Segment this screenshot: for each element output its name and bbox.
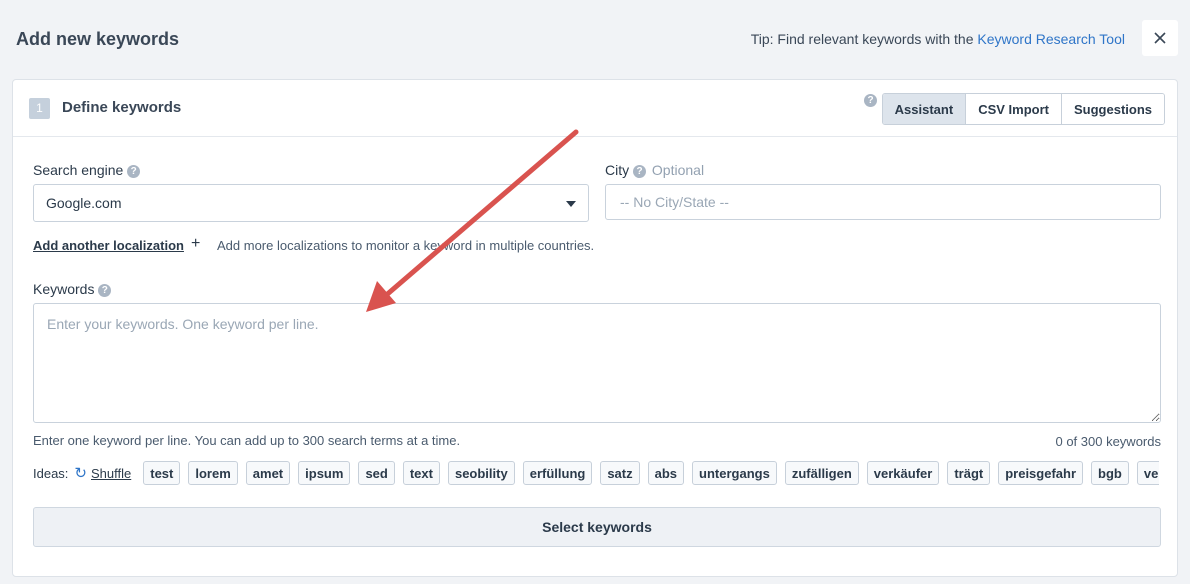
plus-icon[interactable]: + — [191, 235, 200, 253]
keyword-idea-chip[interactable]: text — [402, 461, 440, 485]
keyword-idea-chip[interactable]: test — [143, 461, 181, 485]
tab-assistant[interactable]: Assistant — [882, 94, 966, 124]
add-localization-link[interactable]: Add another localization — [33, 238, 184, 253]
select-keywords-button[interactable]: Select keywords — [33, 507, 1161, 547]
keywords-hint: Enter one keyword per line. You can add … — [33, 433, 461, 448]
tip-text: Tip: Find relevant keywords with the Key… — [751, 31, 1125, 47]
keyword-idea-chip[interactable]: abs — [647, 461, 685, 485]
card-header: 1 Define keywords ? Assistant CSV Import… — [13, 80, 1177, 137]
keyword-idea-chip[interactable]: preisgefahr — [998, 461, 1084, 485]
step-number: 1 — [29, 98, 50, 119]
keyword-idea-chip[interactable]: amet — [245, 461, 291, 485]
keyword-idea-chip[interactable]: satz — [600, 461, 640, 485]
city-label: City ? Optional — [605, 162, 705, 178]
close-button[interactable] — [1142, 20, 1178, 56]
keyword-idea-chip[interactable]: lorem — [188, 461, 238, 485]
help-icon[interactable]: ? — [127, 165, 141, 178]
input-mode-tabs: Assistant CSV Import Suggestions — [881, 93, 1165, 125]
keyword-idea-chip[interactable]: verbraucher — [1136, 461, 1159, 485]
city-optional-label: Optional — [651, 162, 705, 178]
keywords-label: Keywords ? — [33, 281, 112, 297]
shuffle-link[interactable]: Shuffle — [91, 466, 131, 481]
step-title: Define keywords — [62, 99, 182, 116]
keyword-idea-chip[interactable]: trägt — [947, 461, 991, 485]
shuffle-icon[interactable]: ↻ — [74, 464, 87, 482]
chevron-down-icon — [566, 201, 576, 207]
keyword-idea-chip[interactable]: sed — [358, 461, 395, 485]
ideas-row: Ideas: ↻ Shuffle test lorem amet ipsum s… — [33, 460, 1159, 486]
add-localization-hint: Add more localizations to monitor a keyw… — [217, 238, 595, 253]
dialog-title: Add new keywords — [16, 29, 180, 49]
close-icon — [1154, 32, 1166, 44]
keyword-idea-chip[interactable]: untergangs — [692, 461, 777, 485]
tab-csv-import[interactable]: CSV Import — [965, 94, 1061, 124]
search-engine-value: Google.com — [46, 195, 122, 211]
help-icon[interactable]: ? — [864, 94, 877, 107]
ideas-label: Ideas: — [33, 465, 69, 481]
keyword-idea-chip[interactable]: erfüllung — [522, 461, 593, 485]
help-icon[interactable]: ? — [633, 165, 647, 178]
keyword-idea-chip[interactable]: seobility — [447, 461, 515, 485]
define-keywords-card: 1 Define keywords ? Assistant CSV Import… — [12, 79, 1178, 577]
keyword-research-tool-link[interactable]: Keyword Research Tool — [977, 31, 1125, 47]
keyword-idea-chip[interactable]: bgb — [1091, 461, 1129, 485]
keyword-idea-chip[interactable]: verkäufer — [866, 461, 940, 485]
tab-suggestions[interactable]: Suggestions — [1060, 94, 1164, 124]
search-engine-select[interactable]: Google.com — [33, 184, 589, 222]
keyword-idea-chip[interactable]: ipsum — [298, 461, 351, 485]
search-engine-label: Search engine ? — [33, 162, 141, 178]
tip-prefix: Tip: Find relevant keywords with the — [750, 31, 978, 47]
help-icon[interactable]: ? — [98, 284, 112, 297]
keyword-idea-chip[interactable]: zufälligen — [784, 461, 859, 485]
keyword-count: 0 of 300 keywords — [1055, 434, 1161, 449]
city-input[interactable] — [605, 184, 1161, 220]
keywords-textarea[interactable] — [33, 303, 1161, 423]
